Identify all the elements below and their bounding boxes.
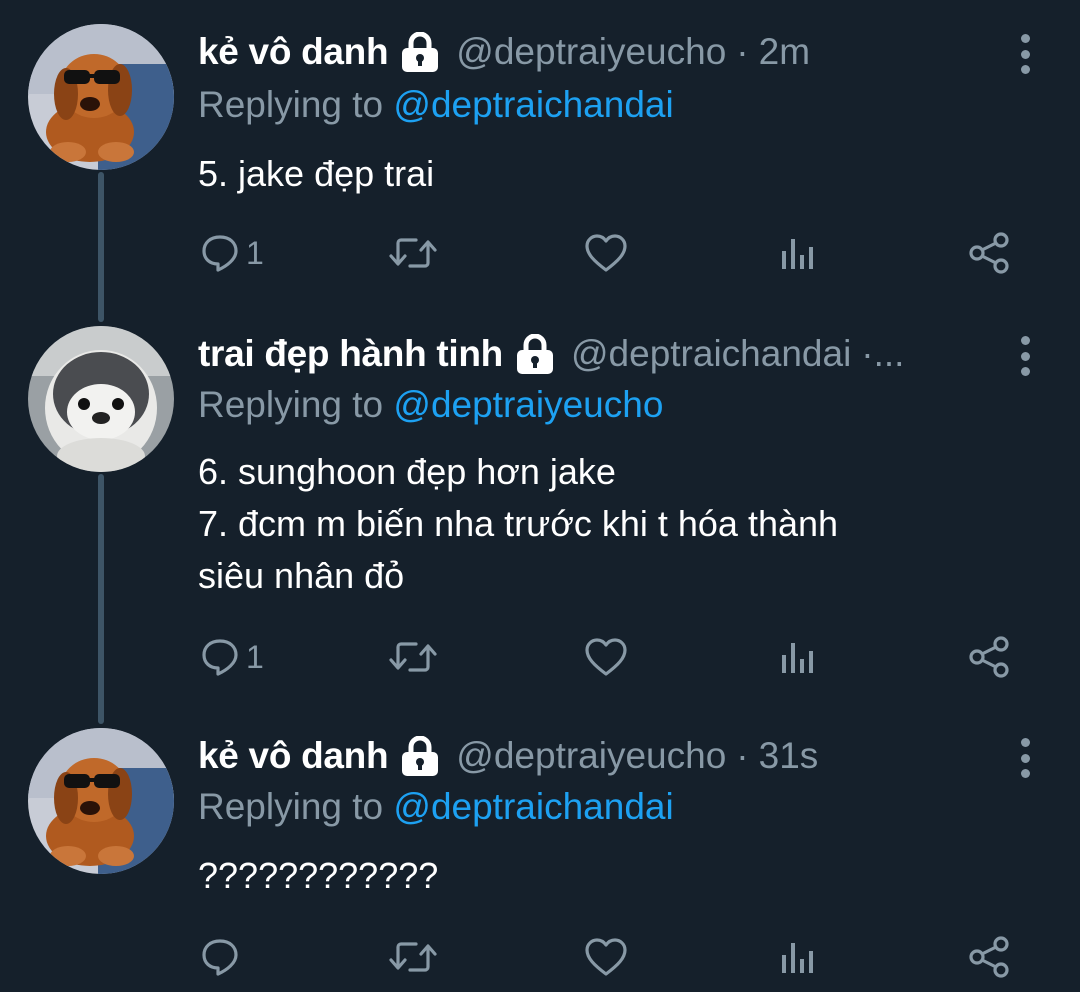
like-button[interactable]	[584, 934, 628, 980]
like-button[interactable]	[584, 634, 628, 680]
display-name[interactable]: kẻ vô danh	[198, 24, 389, 80]
timestamp[interactable]: 31s	[759, 728, 819, 784]
replying-to-link[interactable]: @deptraichandai	[393, 84, 673, 125]
retweet-icon	[389, 942, 437, 972]
reply-count: 1	[246, 638, 264, 675]
more-options-icon[interactable]	[1018, 336, 1032, 376]
tweet[interactable]: trai đẹp hành tinh @deptraichandai ·... …	[0, 326, 1080, 706]
action-bar	[198, 934, 1018, 980]
share-icon	[969, 636, 1009, 678]
reply-button[interactable]: 1	[200, 634, 264, 680]
avatar[interactable]	[28, 24, 174, 170]
share-icon	[969, 232, 1009, 274]
analytics-button[interactable]	[778, 634, 818, 680]
avatar[interactable]	[28, 728, 174, 874]
display-name[interactable]: kẻ vô danh	[198, 728, 389, 784]
heart-icon	[585, 234, 627, 272]
tweet-text: ????????????	[198, 855, 439, 896]
reply-count: 1	[246, 234, 264, 271]
share-icon	[969, 936, 1009, 978]
more-options-icon[interactable]	[1018, 34, 1032, 74]
separator: ·	[736, 31, 749, 72]
retweet-button[interactable]	[388, 230, 438, 276]
username[interactable]: @deptraiyeucho	[456, 24, 726, 80]
replying-to: Replying to @deptraichandai	[198, 78, 674, 132]
lock-icon	[398, 735, 442, 776]
username[interactable]: @deptraiyeucho	[456, 728, 726, 784]
more-options-icon[interactable]	[1018, 738, 1032, 778]
lock-icon	[513, 333, 557, 374]
lock-icon	[398, 31, 442, 72]
retweet-icon	[389, 238, 437, 268]
tweet-header: kẻ vô danh @deptraiyeucho · 31s	[198, 728, 818, 784]
replying-to: Replying to @deptraiyeucho	[198, 378, 663, 432]
replying-to-link[interactable]: @deptraichandai	[393, 786, 673, 827]
retweet-button[interactable]	[388, 634, 438, 680]
analytics-button[interactable]	[778, 230, 818, 276]
action-bar: 1	[198, 230, 1018, 276]
retweet-button[interactable]	[388, 934, 438, 980]
replying-to-link[interactable]: @deptraiyeucho	[393, 384, 663, 425]
analytics-button[interactable]	[778, 934, 818, 980]
reply-button[interactable]: 1	[200, 230, 264, 276]
tweet-header: trai đẹp hành tinh @deptraichandai ·...	[198, 326, 914, 382]
action-bar: 1	[198, 634, 1018, 680]
reply-icon	[202, 235, 238, 272]
like-button[interactable]	[584, 230, 628, 276]
reply-button[interactable]	[200, 934, 246, 980]
display-name[interactable]: trai đẹp hành tinh	[198, 326, 503, 382]
reply-icon	[202, 939, 238, 976]
replying-label: Replying to	[198, 384, 384, 425]
username[interactable]: @deptraichandai	[571, 326, 851, 382]
share-button[interactable]	[968, 230, 1010, 276]
retweet-icon	[389, 642, 437, 672]
tweet[interactable]: kẻ vô danh @deptraiyeucho · 2m Replying …	[0, 24, 1080, 304]
replying-to: Replying to @deptraichandai	[198, 780, 674, 834]
tweet-text: 6. sunghoon đẹp hơn jake 7. đcm m biến n…	[198, 451, 839, 596]
timestamp[interactable]: 2m	[759, 24, 810, 80]
replying-label: Replying to	[198, 786, 384, 827]
analytics-icon	[782, 239, 813, 269]
analytics-icon	[782, 643, 813, 673]
replying-label: Replying to	[198, 84, 384, 125]
separator: ·...	[861, 333, 905, 374]
heart-icon	[585, 638, 627, 676]
heart-icon	[585, 938, 627, 976]
avatar[interactable]	[28, 326, 174, 472]
reply-icon	[202, 639, 238, 676]
share-button[interactable]	[968, 934, 1010, 980]
tweet-header: kẻ vô danh @deptraiyeucho · 2m	[198, 24, 810, 80]
share-button[interactable]	[968, 634, 1010, 680]
tweet[interactable]: kẻ vô danh @deptraiyeucho · 31s Replying…	[0, 728, 1080, 992]
analytics-icon	[782, 943, 813, 973]
separator: ·	[736, 735, 749, 776]
tweet-text: 5. jake đẹp trai	[198, 153, 435, 194]
